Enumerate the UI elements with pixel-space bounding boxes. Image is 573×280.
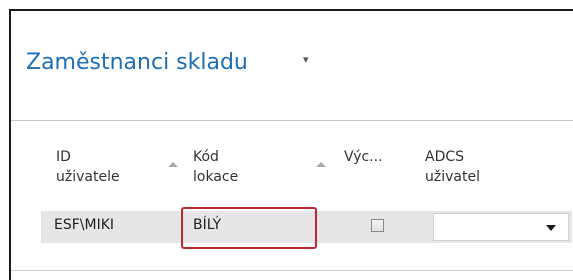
column-header-adcs-user[interactable]: ADCS uživatel: [425, 147, 480, 187]
page-title: Zaměstnanci skladu: [26, 50, 248, 75]
title-menu-chevron-icon[interactable]: ▾: [303, 53, 309, 66]
sort-ascending-icon[interactable]: [316, 162, 326, 167]
column-header-adcs-user-line1: ADCS: [425, 149, 465, 165]
column-header-adcs-user-line2: uživatel: [425, 169, 480, 185]
column-header-location-code-line1: Kód: [193, 149, 219, 165]
column-header-user-id[interactable]: ID uživatele: [56, 147, 120, 187]
column-header-default[interactable]: Výc...: [344, 147, 383, 167]
chevron-down-icon[interactable]: [546, 225, 556, 231]
page-frame: Zaměstnanci skladu ▾ ID uživatele Kód lo…: [9, 9, 573, 280]
column-header-user-id-line1: ID: [56, 149, 71, 165]
table-row[interactable]: ESF\MIKI BÍLÝ: [41, 211, 572, 243]
column-header-location-code-line2: lokace: [193, 169, 239, 185]
footer-divider: [11, 270, 573, 271]
cell-user-id[interactable]: ESF\MIKI: [54, 217, 114, 233]
column-header-location-code[interactable]: Kód lokace: [193, 147, 238, 187]
sort-ascending-icon[interactable]: [168, 162, 178, 167]
default-checkbox[interactable]: [371, 219, 384, 232]
header-divider: [11, 120, 573, 121]
column-header-default-line1: Výc...: [344, 149, 383, 165]
cell-location-code[interactable]: BÍLÝ: [193, 217, 221, 233]
adcs-user-select[interactable]: [433, 213, 569, 241]
column-header-user-id-line2: uživatele: [56, 169, 120, 185]
